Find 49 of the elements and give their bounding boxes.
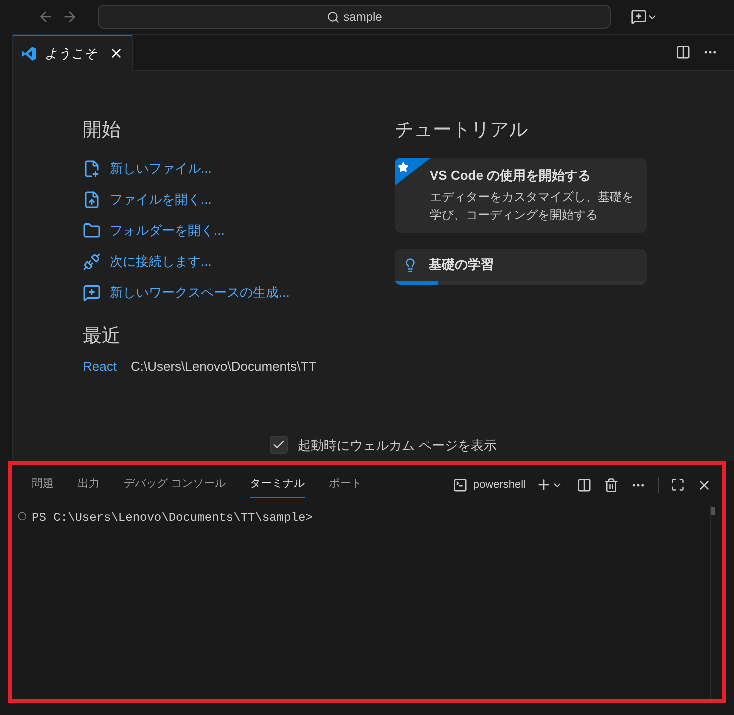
trash-icon[interactable] <box>604 478 619 492</box>
tutorial-description: エディターをカスタマイズし、基礎を学び、コーディングを開始する <box>430 189 635 224</box>
panel-tab[interactable]: デバッグ コンソール <box>124 472 226 498</box>
scrollbar-thumb[interactable] <box>711 507 715 515</box>
app-logo-icon <box>21 46 37 62</box>
editor-tab[interactable]: ようこそ <box>13 35 133 71</box>
search-field[interactable]: sample <box>98 5 611 29</box>
split-editor-icon[interactable] <box>676 45 691 60</box>
section-heading: 最近 <box>83 324 122 348</box>
status-circle-icon <box>18 512 27 521</box>
open-file-icon <box>83 191 101 209</box>
panel-tab[interactable]: 出力 <box>78 472 100 498</box>
section-heading: チュートリアル <box>395 119 529 143</box>
tutorial-title: 基礎の学習 <box>429 256 494 274</box>
panel-tab[interactable]: ターミナル <box>250 472 306 498</box>
maximize-icon[interactable] <box>671 478 685 492</box>
section-heading: 開始 <box>83 119 122 143</box>
search-icon <box>326 10 340 24</box>
tutorial-card[interactable]: 基礎の学習 <box>395 249 647 285</box>
terminal-name[interactable]: powershell <box>473 476 526 494</box>
terminal-prompt: PS C:\Users\Lenovo\Documents\TT\sample> <box>32 510 313 527</box>
start-link[interactable]: ファイルを開く... <box>110 190 212 210</box>
open-folder-icon <box>83 222 101 240</box>
checkbox[interactable] <box>270 436 288 454</box>
panel-tab[interactable]: 問題 <box>32 472 54 498</box>
start-link[interactable]: 新しいワークスペースの生成... <box>110 283 290 303</box>
workspace-icon <box>83 284 101 302</box>
start-link[interactable]: 次に接続します... <box>110 252 212 272</box>
star-icon <box>398 162 409 172</box>
connect-icon <box>83 253 101 271</box>
search-text: sample <box>344 9 382 26</box>
split-terminal-icon[interactable] <box>577 478 592 492</box>
terminal-icon <box>453 478 468 492</box>
panel-tab[interactable]: ポート <box>329 472 362 498</box>
start-link[interactable]: 新しいファイル... <box>110 159 212 179</box>
tutorial-title: VS Code の使用を開始する <box>430 166 592 185</box>
recent-path: C:\Users\Lenovo\Documents\TT <box>130 358 317 376</box>
start-link[interactable]: フォルダーを開く... <box>110 221 225 241</box>
add-terminal-icon[interactable] <box>536 477 552 493</box>
close-icon[interactable] <box>109 46 124 61</box>
back-icon[interactable] <box>38 9 54 25</box>
recent-link[interactable]: React <box>83 357 117 376</box>
forward-icon[interactable] <box>62 9 78 25</box>
new-file-icon <box>83 160 101 178</box>
lightbulb-icon <box>403 258 418 272</box>
chat-icon[interactable] <box>631 9 647 25</box>
checkbox-label: 起動時にウェルカム ページを表示 <box>298 436 497 454</box>
tutorial-card[interactable]: VS Code の使用を開始する エディターをカスタマイズし、基礎を学び、コーディングを開始する <box>395 158 647 233</box>
tab-label: ようこそ <box>45 44 98 63</box>
